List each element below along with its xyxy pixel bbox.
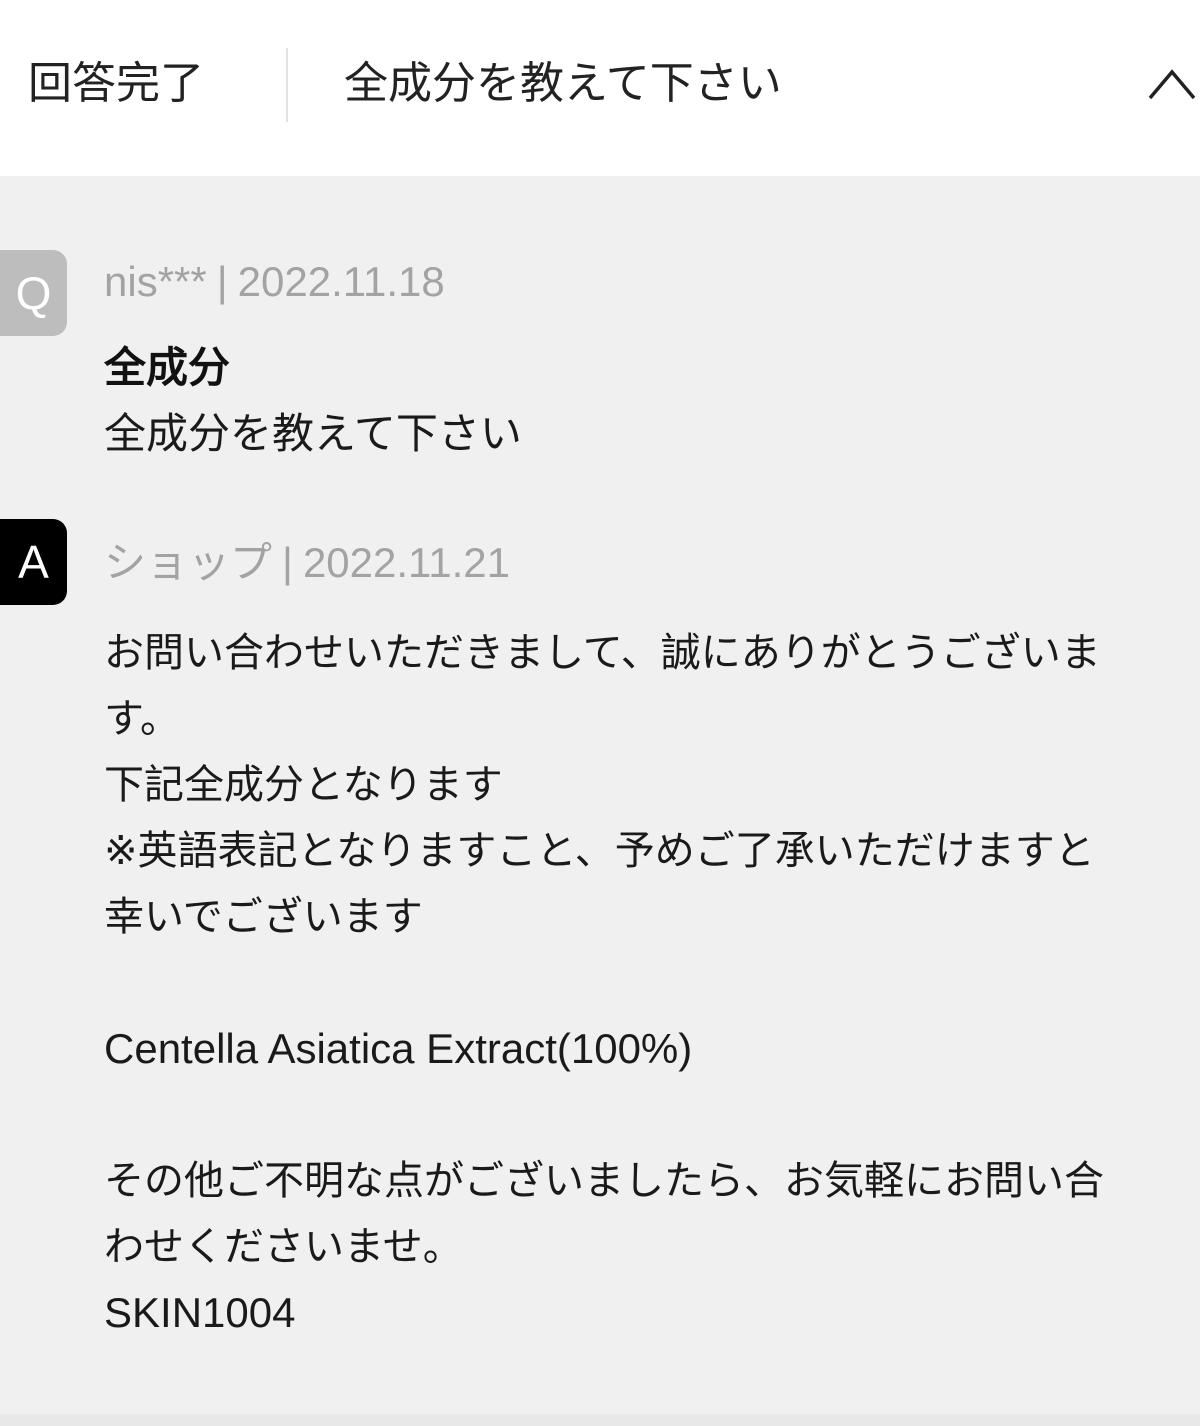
answer-line: その他ご不明な点がございましたら、お気軽にお問い合 xyxy=(104,1158,1104,1204)
answer-line: お問い合わせいただきまして、誠にありがとうございま xyxy=(104,630,1101,676)
question-user: nis*** xyxy=(104,258,207,305)
answer-line: す。 xyxy=(104,696,180,742)
question-body: 全成分を教えて下さい xyxy=(104,409,522,458)
chevron-up-icon[interactable] xyxy=(1140,58,1200,108)
brand-signature: SKIN1004 xyxy=(104,1289,296,1336)
answer-line: 下記全成分となります xyxy=(104,762,503,808)
answer-line: わせくださいませ。 xyxy=(104,1224,463,1270)
answer-status-label: 回答完了 xyxy=(28,58,204,109)
answer-badge: A xyxy=(0,519,67,605)
answer-user: ショップ xyxy=(104,539,273,586)
question-subject: 全成分 xyxy=(104,343,231,392)
meta-separator: | xyxy=(216,258,228,305)
answer-meta: ショップ | 2022.11.21 xyxy=(104,535,510,591)
question-date: 2022.11.18 xyxy=(237,258,445,305)
meta-separator: | xyxy=(282,539,293,586)
answer-body: お問い合わせいただきまして、誠にありがとうございま す。 下記全成分となります … xyxy=(104,620,1194,1346)
header-divider xyxy=(286,48,288,122)
question-meta: nis*** | 2022.11.18 xyxy=(104,254,445,310)
answer-date: 2022.11.21 xyxy=(302,539,511,586)
bottom-divider xyxy=(0,1414,1200,1426)
answer-line: ※英語表記となりますこと、予めご了承いただけますと xyxy=(104,828,1095,874)
question-title: 全成分を教えて下さい xyxy=(344,58,782,109)
qa-header[interactable]: 回答完了 全成分を教えて下さい xyxy=(0,0,1200,176)
ingredient-line: Centella Asiatica Extract(100%) xyxy=(104,1025,693,1072)
question-badge: Q xyxy=(0,250,67,336)
answer-line: 幸いでございます xyxy=(104,894,423,940)
